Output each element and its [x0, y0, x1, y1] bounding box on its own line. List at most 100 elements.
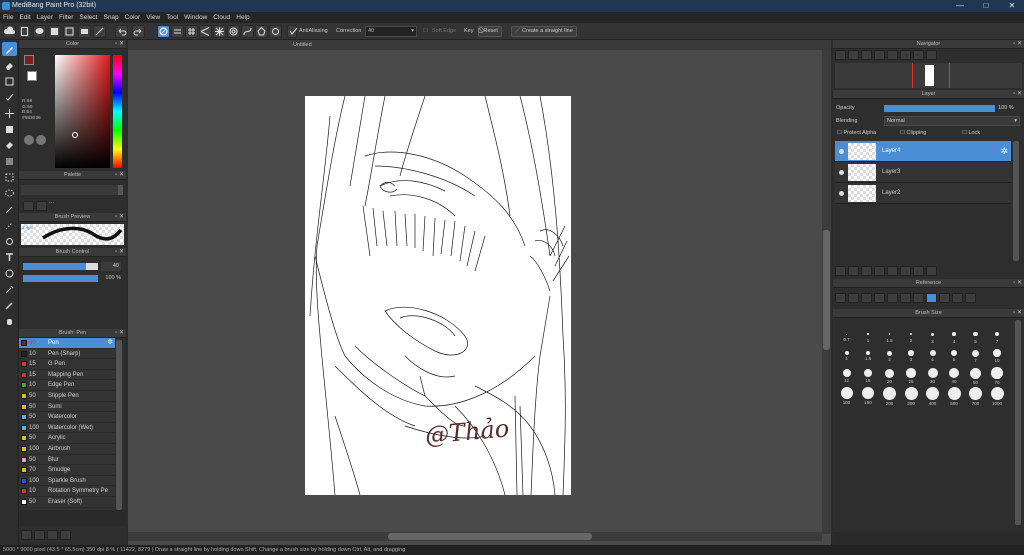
rectangle-tool-icon[interactable] — [2, 74, 17, 88]
brush-list-item[interactable]: 10 Edge Pen — [19, 380, 115, 391]
navigator-preview[interactable] — [835, 63, 1022, 88]
brush-list-item[interactable]: 10 Rotation Symmetry Pe — [19, 486, 115, 497]
navigator-viewport-frame[interactable] — [912, 63, 950, 88]
brush-size-cell[interactable]: 1.5 — [858, 346, 879, 366]
transform-button[interactable] — [93, 25, 106, 38]
close-icon[interactable]: ▫ ✕ — [1013, 309, 1022, 318]
brush-size-cell[interactable]: 200 — [879, 386, 900, 406]
color-picker-cursor[interactable] — [72, 132, 78, 138]
redo-icon[interactable] — [132, 25, 145, 38]
menu-select[interactable]: Select — [76, 12, 100, 23]
menu-color[interactable]: Color — [122, 12, 144, 23]
hue-slider[interactable] — [113, 55, 122, 168]
delete-palette-icon[interactable] — [36, 201, 47, 211]
add-brush-icon[interactable] — [34, 530, 45, 540]
fit-icon[interactable] — [887, 293, 898, 303]
brush-size-cell[interactable]: 1 — [858, 326, 879, 346]
folder-icon[interactable] — [848, 293, 859, 303]
magic-wand-tool-icon[interactable] — [2, 202, 17, 216]
new-8bit-layer-icon[interactable] — [861, 266, 872, 276]
brush-size-cell[interactable]: 30 — [922, 366, 943, 386]
brush-list-item[interactable]: 100 Airbrush — [19, 443, 115, 455]
brush-size-cell[interactable]: 70 — [987, 366, 1008, 386]
brush-list-item[interactable]: 50 Stipple Pen — [19, 390, 115, 402]
flip-icon[interactable] — [926, 50, 937, 60]
flip-icon[interactable] — [965, 293, 976, 303]
snap-parallel-button[interactable] — [171, 25, 184, 38]
clipping-checkbox[interactable]: ☐ Clipping — [900, 130, 926, 136]
lasso-tool-icon[interactable] — [2, 186, 17, 200]
brush-size-cell[interactable]: 1 — [836, 346, 857, 366]
duplicate-layer-icon[interactable] — [900, 266, 911, 276]
menu-help[interactable]: Help — [233, 12, 252, 23]
lock-checkbox[interactable]: ☐ Lock — [962, 130, 980, 136]
canvas-horizontal-scrollbar[interactable] — [128, 532, 822, 541]
brush-size-cell[interactable]: 3 — [922, 326, 943, 346]
menu-window[interactable]: Window — [181, 12, 210, 23]
eye-icon[interactable] — [839, 191, 844, 196]
canvas-vertical-scroll-thumb[interactable] — [823, 230, 830, 350]
menu-view[interactable]: View — [143, 12, 163, 23]
saturation-value-picker[interactable] — [55, 55, 110, 168]
merge-layer-icon[interactable] — [913, 266, 924, 276]
brush-size-cell[interactable]: 1.5 — [879, 326, 900, 346]
brush-list-item[interactable]: 40 Pen ✲ — [19, 338, 115, 349]
reset-rotation-icon[interactable] — [952, 293, 963, 303]
snap-circle-button[interactable] — [227, 25, 240, 38]
snap-off-button[interactable] — [157, 25, 170, 38]
layer-opacity-slider[interactable] — [884, 105, 995, 112]
actual-size-icon[interactable] — [874, 50, 885, 60]
select-tool-icon[interactable] — [2, 170, 17, 184]
brush-size-cell[interactable]: 300 — [901, 386, 922, 406]
eraser-tool-icon[interactable] — [2, 58, 17, 72]
fill-rect-tool-icon[interactable] — [2, 122, 17, 136]
select-eraser-tool-icon[interactable] — [2, 234, 17, 248]
brush-list-item[interactable]: 15 Mapping Pen — [19, 369, 115, 381]
brush-size-cell[interactable]: 10 — [987, 346, 1008, 366]
brush-opacity-slider[interactable] — [23, 275, 98, 282]
brush-list-item[interactable]: 100 Sparkle Brush — [19, 475, 115, 487]
background-color-swatch[interactable] — [27, 71, 37, 81]
snap-curve-button[interactable] — [241, 25, 254, 38]
close-icon[interactable]: ▫ ✕ — [115, 248, 124, 257]
brush-size-cell[interactable]: 7 — [987, 326, 1008, 346]
correction-select[interactable]: 40 ▾ — [365, 26, 417, 37]
gradient-tool-icon[interactable] — [2, 154, 17, 168]
brush-size-cell[interactable]: 100 — [836, 386, 857, 406]
brush-size-cell[interactable]: 0.7 — [836, 326, 857, 346]
menu-layer[interactable]: Layer — [34, 12, 56, 23]
snap-perspective-button[interactable] — [199, 25, 212, 38]
layer-list-scrollbar[interactable] — [1013, 141, 1019, 261]
maximize-button[interactable]: □ — [972, 0, 1000, 12]
eyedropper-icon[interactable] — [913, 293, 924, 303]
new-folder-icon[interactable] — [887, 266, 898, 276]
zoom-in-icon[interactable] — [874, 293, 885, 303]
add-layer-menu-icon[interactable] — [874, 266, 885, 276]
menu-snap[interactable]: Snap — [100, 12, 121, 23]
close-icon[interactable]: ▫ ✕ — [115, 213, 124, 222]
brush-size-cell[interactable]: 40 — [944, 366, 965, 386]
layer-row[interactable]: Layer2 — [835, 183, 1011, 204]
eye-icon[interactable] — [839, 149, 844, 154]
undo-icon[interactable] — [115, 25, 128, 38]
pen-tool-icon[interactable] — [2, 298, 17, 312]
brush-size-cell[interactable]: 2 — [901, 326, 922, 346]
brush-list-item[interactable]: 10 Pen (Sharp) — [19, 348, 115, 360]
palette-list[interactable] — [21, 185, 118, 195]
brush-size-cell[interactable]: 400 — [922, 386, 943, 406]
palette-more-icon[interactable]: ··· — [49, 200, 54, 206]
snap-settings-button[interactable] — [269, 25, 282, 38]
fit-icon[interactable] — [861, 50, 872, 60]
menu-tool[interactable]: Tool — [163, 12, 181, 23]
hand-icon[interactable] — [926, 293, 937, 303]
brush-list-item[interactable]: 15 G Pen — [19, 359, 115, 370]
brush-size-cell[interactable]: 15 — [858, 366, 879, 386]
close-icon[interactable]: ▫ ✕ — [1013, 90, 1022, 99]
blending-select[interactable]: Normal ▾ — [884, 116, 1020, 126]
gear-icon[interactable]: ✲ — [1000, 146, 1008, 157]
close-reference-icon[interactable] — [861, 293, 872, 303]
snap-cross-button[interactable] — [185, 25, 198, 38]
straight-line-button[interactable]: ／ Create a straight line — [511, 26, 577, 37]
close-button[interactable]: ✕ — [998, 0, 1024, 12]
brush-settings-icon[interactable] — [21, 530, 32, 540]
